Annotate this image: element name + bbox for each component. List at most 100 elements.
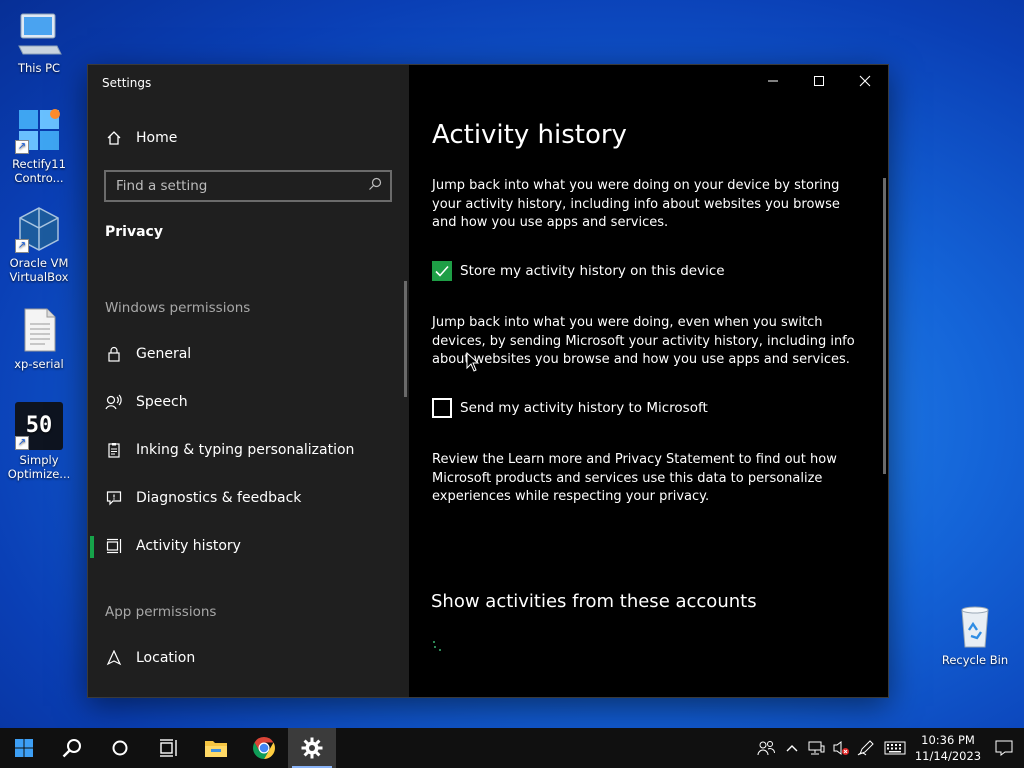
settings-taskbar-button[interactable] — [288, 728, 336, 768]
chrome-icon — [253, 737, 275, 759]
clock-time: 10:36 PM — [921, 733, 975, 747]
clipboard-icon — [105, 441, 123, 459]
store-history-label: Store my activity history on this device — [460, 263, 725, 279]
sidebar-scrollbar[interactable] — [404, 281, 407, 397]
minimize-button[interactable] — [750, 65, 796, 97]
sidebar-item-activity-history[interactable]: Activity history — [88, 526, 409, 566]
send-history-label: Send my activity history to Microsoft — [460, 400, 708, 416]
desktop-icon-xp-serial[interactable]: xp-serial — [1, 306, 77, 371]
settings-window[interactable]: Settings Home Privacy Windows permission… — [87, 64, 889, 698]
desktop-icon-this-pc[interactable]: This PC — [1, 10, 77, 75]
section-app-permissions: App permissions — [105, 604, 217, 620]
desktop-icon-label: Oracle VM VirtualBox — [9, 256, 69, 284]
network-icon — [808, 741, 824, 755]
chrome-button[interactable] — [240, 728, 288, 768]
task-view-button[interactable] — [144, 728, 192, 768]
search-box[interactable] — [104, 170, 392, 202]
desktop-icon-virtualbox[interactable]: ↗ Oracle VM VirtualBox — [1, 205, 77, 284]
settings-icon — [301, 737, 323, 759]
shortcut-arrow-icon: ↗ — [15, 436, 29, 450]
taskbar-search-button[interactable] — [48, 728, 96, 768]
page-title: Activity history — [432, 120, 627, 150]
sidebar-item-label: Inking & typing personalization — [136, 442, 355, 458]
desktop-icon-label: Recycle Bin — [941, 653, 1009, 667]
system-tray: 10:36 PM 11/14/2023 — [751, 728, 1024, 768]
start-button[interactable] — [0, 728, 48, 768]
store-history-checkbox[interactable] — [432, 261, 452, 281]
desktop-icon-rectify11[interactable]: ↗ Rectify11 Contro... — [1, 106, 77, 185]
sidebar-item-label: General — [136, 346, 192, 362]
send-description-text: Jump back into what you were doing, even… — [432, 315, 855, 367]
sidebar-item-label: Speech — [136, 394, 188, 410]
sidebar-item-speech[interactable]: Speech — [88, 382, 409, 422]
sidebar-item-label: Activity history — [136, 538, 241, 554]
recycle-bin-icon — [951, 602, 999, 650]
settings-content: Activity history Jump back into what you… — [409, 65, 888, 697]
content-scrollbar[interactable] — [883, 178, 886, 474]
maximize-button[interactable] — [796, 65, 842, 97]
close-icon — [859, 75, 871, 87]
pen-workspace-button[interactable] — [853, 728, 878, 768]
home-icon — [105, 129, 123, 147]
sidebar-item-location[interactable]: Location — [88, 638, 409, 678]
shortcut-arrow-icon: ↗ — [15, 239, 29, 253]
mouse-cursor-icon — [466, 352, 480, 372]
desktop-icon-simply-optimize[interactable]: 50 ↗ Simply Optimize... — [1, 402, 77, 481]
virtualbox-icon: ↗ — [15, 205, 63, 253]
intro-text: Jump back into what you were doing on yo… — [432, 178, 840, 230]
sidebar-home-label: Home — [136, 130, 178, 146]
volume-button[interactable] — [828, 728, 853, 768]
clock-date: 11/14/2023 — [914, 749, 982, 763]
checkmark-icon — [435, 265, 449, 277]
notifications-button[interactable] — [984, 728, 1024, 768]
desktop-icon-label: Rectify11 Contro... — [12, 157, 66, 185]
people-icon — [757, 741, 775, 756]
search-icon[interactable] — [368, 177, 382, 195]
simply-optimize-icon: 50 ↗ — [15, 402, 63, 450]
send-history-checkbox-row[interactable]: Send my activity history to Microsoft — [432, 398, 708, 418]
chevron-up-icon — [786, 745, 798, 752]
category-heading: Privacy — [105, 224, 163, 240]
desktop-icon-label: Simply Optimize... — [7, 453, 71, 481]
start-icon — [15, 739, 33, 757]
network-button[interactable] — [803, 728, 828, 768]
maximize-icon — [814, 76, 824, 86]
pen-icon — [857, 740, 874, 756]
taskbar-clock[interactable]: 10:36 PM 11/14/2023 — [912, 732, 984, 764]
minimize-icon — [768, 80, 778, 82]
cortana-icon — [112, 740, 128, 756]
file-explorer-button[interactable] — [192, 728, 240, 768]
privacy-note-text: Review the Learn more and Privacy Statem… — [432, 452, 837, 504]
store-history-checkbox-row[interactable]: Store my activity history on this device — [432, 261, 725, 281]
touch-keyboard-button[interactable] — [878, 728, 912, 768]
keyboard-icon — [884, 741, 906, 755]
sidebar-item-inking[interactable]: Inking & typing personalization — [88, 430, 409, 470]
desktop-icon-recycle-bin[interactable]: Recycle Bin — [937, 602, 1013, 667]
send-history-checkbox[interactable] — [432, 398, 452, 418]
task-view-icon — [160, 739, 177, 757]
timeline-icon — [105, 537, 123, 555]
close-button[interactable] — [842, 65, 888, 97]
cortana-button[interactable] — [96, 728, 144, 768]
speech-icon — [105, 393, 123, 411]
desktop-icon-label: This PC — [17, 61, 61, 75]
desktop-icon-label: xp-serial — [14, 357, 64, 371]
sidebar-item-diagnostics[interactable]: Diagnostics & feedback — [88, 478, 409, 518]
accounts-heading: Show activities from these accounts — [431, 591, 757, 612]
people-button[interactable] — [751, 728, 781, 768]
show-hidden-icons-button[interactable] — [781, 728, 803, 768]
sidebar-item-label: Location — [136, 650, 196, 666]
location-icon — [105, 649, 123, 667]
notification-icon — [995, 740, 1013, 756]
sidebar-home[interactable]: Home — [88, 118, 409, 158]
volume-muted-icon — [833, 741, 849, 755]
control-panel-icon: ↗ — [15, 106, 63, 154]
section-windows-permissions: Windows permissions — [105, 300, 251, 316]
feedback-icon — [105, 489, 123, 507]
window-title: Settings — [102, 76, 152, 90]
search-input[interactable] — [116, 178, 368, 194]
search-icon — [62, 739, 81, 758]
shortcut-arrow-icon: ↗ — [15, 140, 29, 154]
sidebar-item-general[interactable]: General — [88, 334, 409, 374]
computer-icon — [15, 10, 63, 58]
